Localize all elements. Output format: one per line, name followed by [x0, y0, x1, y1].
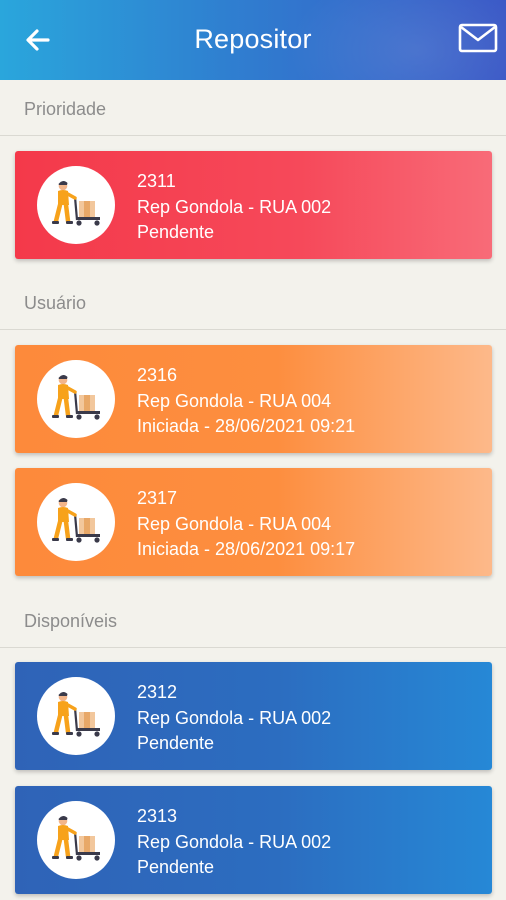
- task-description: Rep Gondola - RUA 002: [137, 196, 332, 217]
- task-id: 2311: [137, 171, 176, 191]
- worker-pushing-cart-icon: [52, 374, 100, 420]
- avatar: [37, 483, 115, 561]
- page-title: Repositor: [194, 24, 312, 54]
- task-status: Iniciada - 28/06/2021 09:21: [137, 416, 356, 436]
- section-header-usuario: Usuário: [0, 274, 506, 330]
- task-details: 2316 Rep Gondola - RUA 004 Iniciada - 28…: [137, 363, 355, 440]
- task-card[interactable]: 2316 Rep Gondola - RUA 004 Iniciada - 28…: [15, 345, 492, 453]
- task-status: Pendente: [137, 222, 215, 242]
- task-id: 2313: [137, 806, 178, 826]
- worker-pushing-cart-icon: [52, 815, 100, 861]
- avatar: [37, 360, 115, 438]
- section-header-prioridade: Prioridade: [0, 80, 506, 136]
- worker-pushing-cart-icon: [52, 497, 100, 543]
- app-header: Repositor: [0, 0, 506, 80]
- task-id: 2317: [137, 488, 178, 508]
- task-details: 2313 Rep Gondola - RUA 002 Pendente: [137, 804, 331, 881]
- worker-pushing-cart-icon: [52, 691, 100, 737]
- section-label: Disponíveis: [24, 611, 118, 631]
- task-details: 2311 Rep Gondola - RUA 002 Pendente: [137, 169, 331, 246]
- section-label: Usuário: [24, 293, 87, 313]
- task-card[interactable]: 2317 Rep Gondola - RUA 004 Iniciada - 28…: [15, 468, 492, 576]
- mail-button[interactable]: [456, 18, 500, 58]
- avatar: [37, 801, 115, 879]
- task-card[interactable]: 2312 Rep Gondola - RUA 002 Pendente: [15, 662, 492, 770]
- envelope-icon: [458, 23, 498, 53]
- task-description: Rep Gondola - RUA 002: [137, 707, 332, 728]
- task-id: 2316: [137, 365, 178, 385]
- task-card[interactable]: 2313 Rep Gondola - RUA 002 Pendente: [15, 786, 492, 894]
- task-description: Rep Gondola - RUA 002: [137, 831, 332, 852]
- task-description: Rep Gondola - RUA 004: [137, 390, 332, 411]
- section-label: Prioridade: [24, 99, 107, 119]
- task-description: Rep Gondola - RUA 004: [137, 513, 332, 534]
- task-card[interactable]: 2311 Rep Gondola - RUA 002 Pendente: [15, 151, 492, 259]
- task-status: Pendente: [137, 733, 215, 753]
- task-id: 2312: [137, 682, 178, 702]
- task-status: Iniciada - 28/06/2021 09:17: [137, 539, 356, 559]
- worker-pushing-cart-icon: [52, 180, 100, 226]
- avatar: [37, 677, 115, 755]
- task-details: 2312 Rep Gondola - RUA 002 Pendente: [137, 680, 331, 757]
- avatar: [37, 166, 115, 244]
- task-status: Pendente: [137, 857, 215, 877]
- task-details: 2317 Rep Gondola - RUA 004 Iniciada - 28…: [137, 486, 355, 563]
- section-header-disponiveis: Disponíveis: [0, 592, 506, 648]
